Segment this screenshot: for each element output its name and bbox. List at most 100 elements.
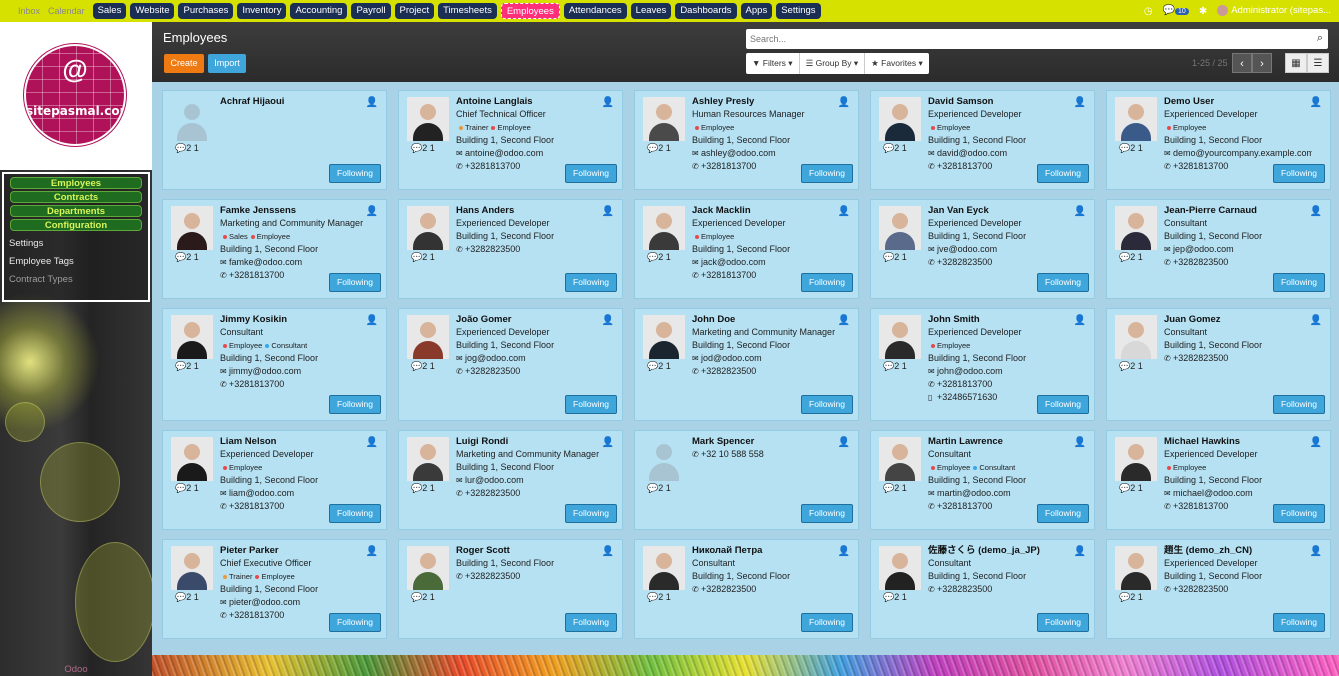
following-button[interactable]: Following [329, 613, 381, 632]
clock-icon[interactable]: ◷ [1144, 6, 1153, 17]
following-button[interactable]: Following [329, 164, 381, 183]
employee-name[interactable]: Antoine Langlais [456, 96, 604, 108]
employee-name[interactable]: Pieter Parker [220, 545, 368, 557]
sidebar-footer[interactable]: Odoo [0, 664, 152, 676]
employee-name[interactable]: Achraf Hijaoui [220, 96, 368, 108]
employee-email[interactable]: demo@yourcompany.example.com [1173, 148, 1312, 158]
employee-name[interactable]: John Smith [928, 314, 1076, 326]
employee-card[interactable]: 💬2 1 Famke Jenssens Marketing and Communit… [162, 199, 387, 299]
menu-apps[interactable]: Apps [740, 3, 773, 19]
filters-dropdown[interactable]: ▼ Filters ▾ [746, 53, 800, 74]
following-button[interactable]: Following [565, 164, 617, 183]
following-button[interactable]: Following [1037, 273, 1089, 292]
employee-name[interactable]: Mark Spencer [692, 436, 840, 448]
employee-card[interactable]: 💬2 1 David Samson Experienced Developer Emp… [870, 90, 1095, 190]
employee-card[interactable]: 💬2 1 Liam Nelson Experienced Developer Empl… [162, 430, 387, 530]
menu-sales[interactable]: Sales [92, 3, 127, 19]
following-button[interactable]: Following [329, 504, 381, 523]
following-button[interactable]: Following [1037, 164, 1089, 183]
employee-name[interactable]: David Samson [928, 96, 1076, 108]
employee-email[interactable]: martin@odoo.com [937, 488, 1011, 498]
employee-card[interactable]: 💬2 1 Demo User Experienced Developer Employ… [1106, 90, 1331, 190]
employee-email[interactable]: ashley@odoo.com [701, 148, 776, 158]
employee-email[interactable]: liam@odoo.com [229, 488, 294, 498]
menu-website[interactable]: Website [130, 3, 175, 19]
employee-phone[interactable]: +3281813700 [1173, 501, 1228, 511]
employee-email[interactable]: pieter@odoo.com [229, 597, 300, 607]
employee-name[interactable]: Juan Gomez [1164, 314, 1312, 326]
following-button[interactable]: Following [565, 613, 617, 632]
employee-name[interactable]: Liam Nelson [220, 436, 368, 448]
employee-name[interactable]: Michael Hawkins [1164, 436, 1312, 448]
following-button[interactable]: Following [1273, 273, 1325, 292]
employee-phone[interactable]: +3282823500 [465, 244, 520, 254]
following-button[interactable]: Following [1273, 613, 1325, 632]
employee-email[interactable]: jve@odoo.com [937, 244, 997, 254]
pager-next-button[interactable]: › [1252, 53, 1272, 73]
employee-name[interactable]: John Doe [692, 314, 840, 326]
kanban-view-button[interactable]: ▦ [1285, 53, 1307, 73]
sidebar-item-contract-types[interactable]: Contract Types [9, 274, 143, 285]
employee-phone[interactable]: +3282823500 [465, 366, 520, 376]
employee-card[interactable]: 💬2 1 Antoine Langlais Chief Technical Offi… [398, 90, 623, 190]
employee-name[interactable]: Jimmy Kosikin [220, 314, 368, 326]
sidebar-group-contracts[interactable]: Contracts [10, 191, 142, 203]
employee-name[interactable]: Jan Van Eyck [928, 205, 1076, 217]
employee-phone[interactable]: +3282823500 [937, 257, 992, 267]
employee-card[interactable]: 💬2 1 John Doe Marketing and Community Mana… [634, 308, 859, 421]
employee-email[interactable]: jimmy@odoo.com [229, 366, 301, 376]
employee-name[interactable]: 趙生 (demo_zh_CN) [1164, 545, 1312, 557]
employee-card[interactable]: 💬2 1 Achraf Hijaoui 👤 Following [162, 90, 387, 190]
menu-project[interactable]: Project [394, 3, 435, 19]
following-button[interactable]: Following [1273, 395, 1325, 414]
employee-name[interactable]: Roger Scott [456, 545, 604, 557]
employee-card[interactable]: 💬2 1 Jean-Pierre Carnaud Consultant Buildin… [1106, 199, 1331, 299]
sidebar-group-configuration[interactable]: Configuration [10, 219, 142, 231]
employee-card[interactable]: 💬2 1 Ashley Presly Human Resources Manager… [634, 90, 859, 190]
pager-previous-button[interactable]: ‹ [1232, 53, 1252, 73]
employee-email[interactable]: john@odoo.com [937, 366, 1003, 376]
employee-name[interactable]: Hans Anders [456, 205, 604, 217]
employee-mobile[interactable]: +32486571630 [937, 392, 997, 402]
employee-name[interactable]: Николай Петра [692, 545, 840, 557]
employee-email[interactable]: lur@odoo.com [465, 475, 524, 485]
employee-phone[interactable]: +3281813700 [1173, 161, 1228, 171]
employee-phone[interactable]: +3281813700 [229, 610, 284, 620]
employee-card[interactable]: 💬2 1 Roger Scott Building 1, Second Floor ✆… [398, 539, 623, 639]
employee-name[interactable]: Martin Lawrence [928, 436, 1076, 448]
following-button[interactable]: Following [1037, 504, 1089, 523]
employee-card[interactable]: 💬2 1 Martin Lawrence Consultant Employee Con… [870, 430, 1095, 530]
employee-card[interactable]: 💬2 1 Jimmy Kosikin Consultant Employee Consu… [162, 308, 387, 421]
import-button[interactable]: Import [208, 54, 246, 73]
groupby-dropdown[interactable]: ☰ Group By ▾ [800, 53, 866, 74]
favorites-dropdown[interactable]: ★ Favorites ▾ [865, 53, 929, 74]
create-button[interactable]: Create [164, 54, 204, 73]
menu-dashboards[interactable]: Dashboards [675, 3, 737, 19]
following-button[interactable]: Following [329, 273, 381, 292]
following-button[interactable]: Following [801, 164, 853, 183]
company-logo[interactable]: @ sitepasmal.com [24, 44, 126, 146]
employee-email[interactable]: jack@odoo.com [701, 257, 766, 267]
following-button[interactable]: Following [565, 504, 617, 523]
employee-card[interactable]: 💬2 1 Николай Петра Consultant Building 1, S… [634, 539, 859, 639]
employee-card[interactable]: 💬2 1 Juan Gomez Consultant Building 1, Seco… [1106, 308, 1331, 421]
employee-card[interactable]: 💬2 1 Luigi Rondi Marketing and Community M… [398, 430, 623, 530]
menu-calendar[interactable]: Calendar [48, 6, 85, 16]
following-button[interactable]: Following [1273, 164, 1325, 183]
employee-phone[interactable]: +3281813700 [465, 161, 520, 171]
employee-phone[interactable]: +3282823500 [1173, 257, 1228, 267]
employee-phone[interactable]: +3282823500 [465, 488, 520, 498]
employee-phone[interactable]: +3281813700 [937, 161, 992, 171]
employee-card[interactable]: 💬2 1 Pieter Parker Chief Executive Officer… [162, 539, 387, 639]
list-view-button[interactable]: ☰ [1307, 53, 1329, 73]
sidebar-item-employee-tags[interactable]: Employee Tags [9, 256, 143, 267]
employee-phone[interactable]: +3282823500 [701, 584, 756, 594]
menu-timesheets[interactable]: Timesheets [438, 3, 497, 19]
employee-card[interactable]: 💬2 1 João Gomer Experienced Developer Build… [398, 308, 623, 421]
employee-name[interactable]: Demo User [1164, 96, 1312, 108]
following-button[interactable]: Following [329, 395, 381, 414]
employee-phone[interactable]: +3281813700 [937, 501, 992, 511]
employee-email[interactable]: jep@odoo.com [1173, 244, 1234, 254]
employee-email[interactable]: famke@odoo.com [229, 257, 302, 267]
employee-card[interactable]: 💬2 1 Michael Hawkins Experienced Developer… [1106, 430, 1331, 530]
